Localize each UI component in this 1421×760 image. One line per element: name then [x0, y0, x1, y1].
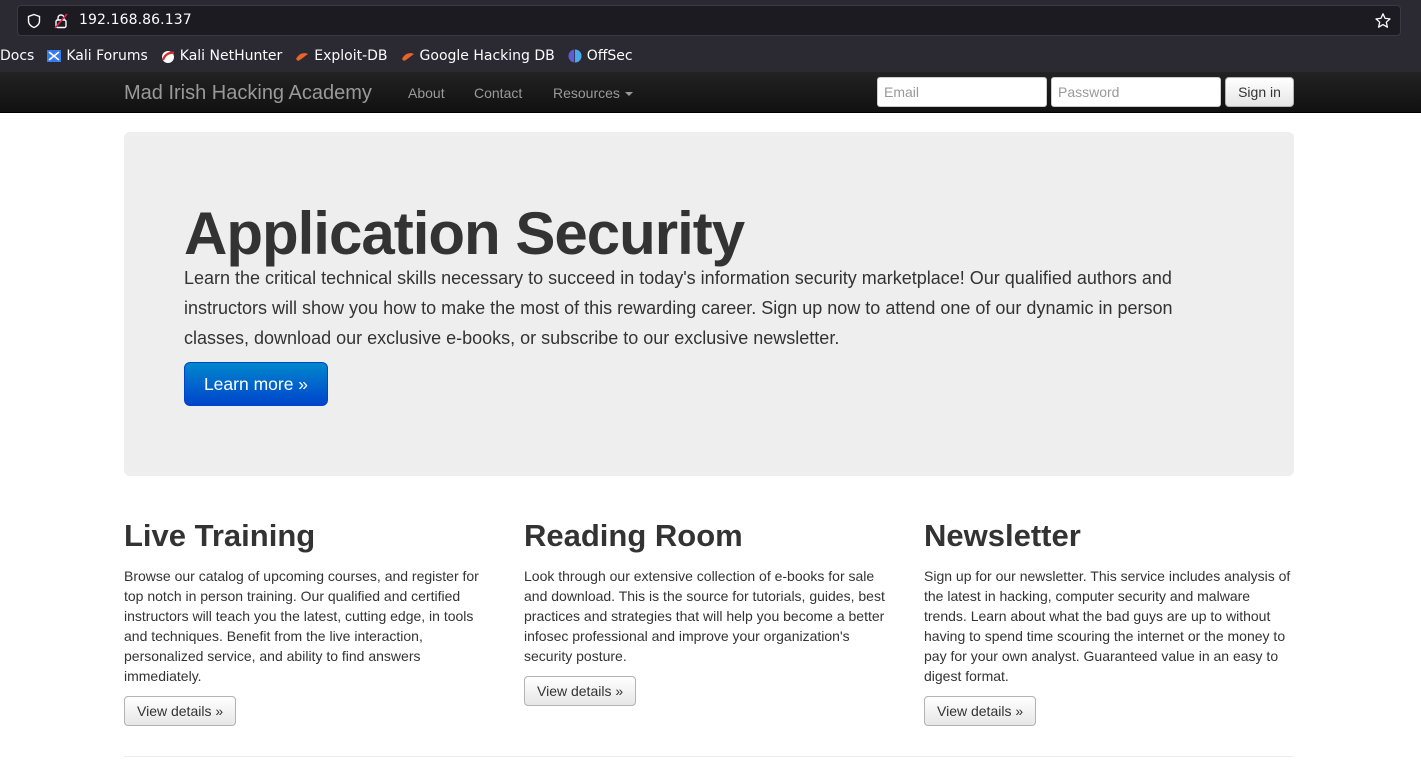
kali-forums-icon — [47, 50, 62, 62]
url-text[interactable]: 192.168.86.137 — [79, 12, 192, 28]
nav-resources-dropdown[interactable]: Resources — [553, 85, 633, 101]
site-navbar: Mad Irish Hacking Academy About Contact … — [0, 72, 1421, 113]
exploit-db-icon — [296, 53, 309, 61]
bookmark-offsec[interactable]: OffSec — [567, 48, 633, 64]
bookmark-label: Kali Forums — [66, 48, 148, 64]
column-title: Live Training — [124, 518, 316, 553]
password-field[interactable] — [1051, 77, 1221, 107]
bookmark-label: Google Hacking DB — [419, 48, 555, 64]
brand-link[interactable]: Mad Irish Hacking Academy — [124, 82, 372, 105]
nav-about-link[interactable]: About — [408, 85, 445, 101]
caret-down-icon — [624, 92, 633, 97]
bookmark-star-icon[interactable] — [1374, 12, 1392, 30]
shield-icon[interactable] — [26, 13, 42, 29]
ghdb-icon — [401, 53, 414, 61]
feature-column-live-training: Live Training Browse our catalog of upco… — [124, 516, 494, 726]
nav-contact-link[interactable]: Contact — [474, 85, 522, 101]
view-details-button[interactable]: View details » — [124, 696, 237, 726]
nav-resources-label: Resources — [553, 85, 620, 101]
view-details-button[interactable]: View details » — [524, 676, 637, 706]
column-text: Browse our catalog of upcoming courses, … — [124, 568, 479, 684]
bookmark-label: Docs — [0, 48, 35, 64]
bookmark-label: Kali NetHunter — [179, 48, 283, 64]
column-title: Reading Room — [524, 518, 743, 553]
bookmark-kali-forums[interactable]: Kali Forums — [46, 48, 148, 64]
bookmark-google-hacking-db[interactable]: Google Hacking DB — [400, 48, 555, 64]
bookmark-label: Exploit-DB — [314, 48, 388, 64]
nethunter-icon — [161, 51, 175, 63]
view-details-button[interactable]: View details » — [924, 696, 1037, 726]
bookmark-kali-nethunter[interactable]: Kali NetHunter — [160, 48, 282, 64]
column-text: Look through our extensive collection of… — [524, 568, 885, 664]
bookmark-label: OffSec — [586, 48, 633, 64]
bookmark-exploit-db[interactable]: Exploit-DB — [294, 48, 388, 64]
feature-column-reading-room: Reading Room Look through our extensive … — [524, 516, 894, 706]
insecure-lock-icon[interactable] — [53, 13, 69, 29]
learn-more-button[interactable]: Learn more » — [184, 362, 328, 406]
column-title: Newsletter — [924, 518, 1081, 553]
hero-text: Learn the critical technical skills nece… — [184, 268, 1173, 348]
browser-chrome: 192.168.86.137 Docs Kali Forums Kali Net… — [0, 0, 1421, 72]
footer-divider — [124, 756, 1294, 757]
feature-column-newsletter: Newsletter Sign up for our newsletter. T… — [924, 516, 1294, 726]
bookmark-docs[interactable]: Docs — [0, 48, 34, 64]
url-bar[interactable]: 192.168.86.137 — [17, 5, 1401, 36]
bookmarks-toolbar: Docs Kali Forums Kali NetHunter Exploit-… — [0, 44, 645, 68]
sign-in-button[interactable]: Sign in — [1225, 77, 1294, 107]
hero-title: Application Security — [184, 200, 745, 267]
offsec-icon — [568, 49, 582, 63]
hero-unit: Application Security Learn the critical … — [124, 132, 1294, 476]
email-field[interactable] — [877, 77, 1047, 107]
column-text: Sign up for our newsletter. This service… — [924, 568, 1291, 684]
